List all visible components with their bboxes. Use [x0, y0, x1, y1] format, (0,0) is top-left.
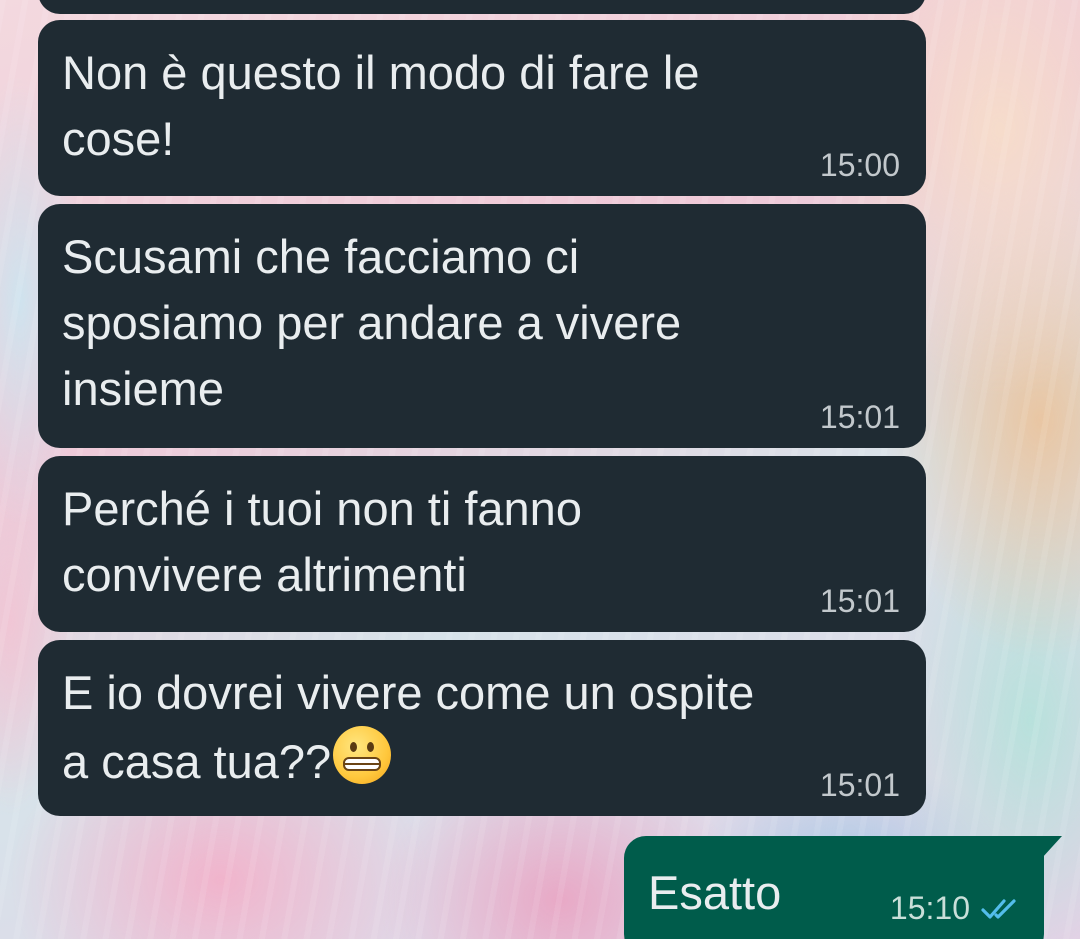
message-text: Perché i tuoi non ti fanno convivere alt…: [62, 482, 582, 601]
message-time: 15:01: [819, 767, 900, 803]
message-time: 15:00: [819, 147, 900, 183]
message-time: 15:10: [889, 890, 970, 926]
message-text: Scusami che facciamo ci sposiamo per and…: [62, 230, 682, 415]
message-bubble-outgoing[interactable]: Esatto 15:10: [624, 836, 1062, 939]
message-bubble-incoming[interactable]: Non è questo il modo di fare le cose! 15…: [38, 20, 926, 196]
bubble-tail: [1042, 836, 1062, 858]
message-time: 15:01: [819, 399, 900, 435]
message-bubble-incoming[interactable]: E io dovrei vivere come un ospite a casa…: [38, 640, 926, 816]
message-bubble-incoming[interactable]: Scusami che facciamo ci sposiamo per and…: [38, 204, 926, 448]
message-bubble-cut-off[interactable]: [38, 0, 926, 14]
message-time: 15:01: [819, 583, 900, 619]
message-text: Non è questo il modo di fare le cose!: [62, 46, 700, 165]
message-meta: 15:10: [890, 890, 1022, 927]
message-text-body: E io dovrei vivere come un ospite a casa…: [62, 666, 755, 788]
message-bubble-incoming[interactable]: Perché i tuoi non ti fanno convivere alt…: [38, 456, 926, 632]
message-text: Esatto: [648, 866, 782, 919]
grimacing-face-emoji-icon: [333, 726, 392, 784]
message-text: E io dovrei vivere come un ospite a casa…: [62, 660, 822, 795]
double-check-icon: [980, 896, 1022, 922]
